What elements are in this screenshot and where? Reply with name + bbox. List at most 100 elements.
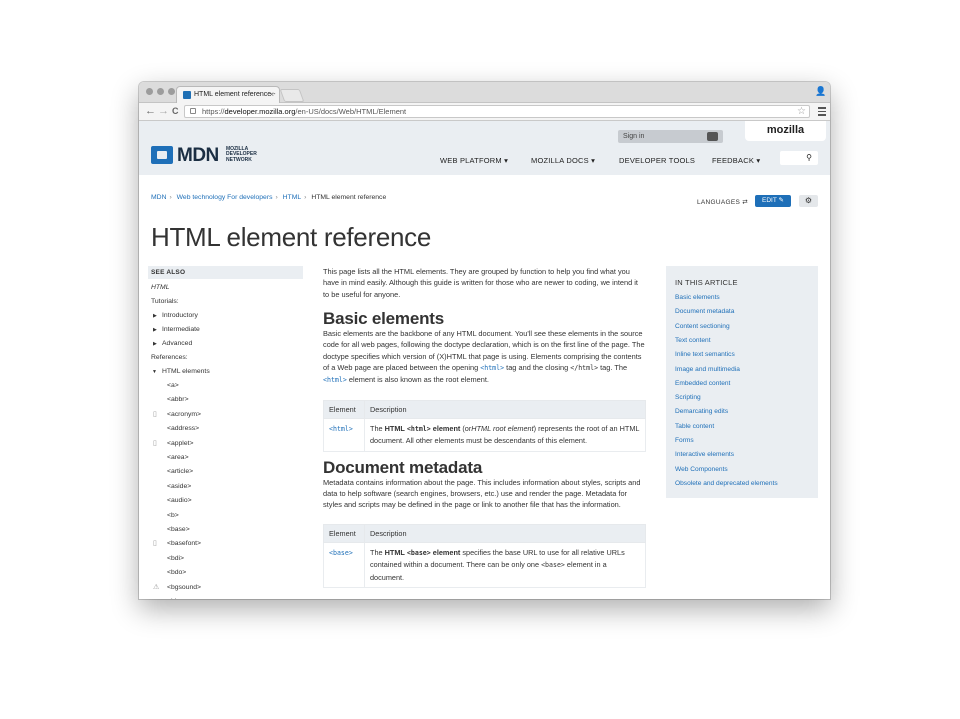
intro-paragraph: This page lists all the HTML elements. T… [323, 267, 638, 299]
breadcrumb-mdn[interactable]: MDN [151, 194, 166, 201]
mozilla-tab[interactable]: mozilla [745, 121, 826, 141]
edit-button[interactable]: EDIT ✎ [755, 195, 791, 207]
sidebar-element-item[interactable]: <audio> [167, 497, 192, 504]
trash-icon: ▯ [153, 540, 157, 548]
toc-link[interactable]: Scripting [675, 394, 701, 401]
sidebar-element-label: <abbr> [167, 396, 189, 404]
sidebar-element-item[interactable]: <bdi> [167, 555, 184, 562]
sign-in-button[interactable]: Sign in [618, 130, 723, 143]
toc-link[interactable]: Interactive elements [675, 451, 734, 458]
browser-tab[interactable]: HTML element reference - × [176, 86, 280, 103]
column-header: Description [364, 399, 646, 419]
edit-label: EDIT [762, 197, 777, 204]
html-element-link[interactable]: <html> [323, 376, 347, 384]
close-window-button[interactable] [146, 88, 153, 95]
nav-web-platform[interactable]: WEB PLATFORM ▾ [440, 156, 508, 165]
sidebar-element-item[interactable]: <base> [167, 526, 190, 533]
nav-label: MOZILLA DOCS [531, 156, 589, 165]
maximize-window-button[interactable] [168, 88, 175, 95]
menu-icon[interactable] [818, 107, 826, 118]
metadata-table: Element Description <base> The HTML <bas… [323, 523, 646, 588]
toc-link[interactable]: Basic elements [675, 294, 720, 301]
breadcrumb-web-technology[interactable]: Web technology For developers [177, 194, 273, 201]
toc-link[interactable]: Text content [675, 337, 711, 344]
element-description: The HTML <html> element (orHTML root ele… [364, 417, 646, 452]
gear-icon[interactable]: ⚙ [799, 195, 818, 207]
toc-link[interactable]: Web Components [675, 466, 728, 473]
tab-close-icon[interactable]: × [269, 87, 274, 103]
url-domain: developer.mozilla.org [224, 107, 296, 116]
breadcrumb-separator: › [169, 194, 172, 201]
sidebar-element-item[interactable]: ⚠ <bgsound> [153, 584, 201, 591]
text: The [370, 548, 383, 558]
address-bar[interactable]: https://developer.mozilla.org/en-US/docs… [184, 105, 810, 118]
element-link[interactable]: <base> [329, 549, 353, 557]
toc-link[interactable]: Forms [675, 437, 694, 444]
search-input[interactable]: ⚲ [780, 151, 818, 165]
text: element [432, 423, 461, 433]
sidebar-element-item[interactable]: <article> [167, 468, 193, 475]
back-arrow-icon[interactable]: ← [145, 105, 156, 118]
breadcrumb-html[interactable]: HTML [283, 194, 302, 201]
new-tab-button[interactable] [279, 89, 305, 102]
toc-link[interactable]: Inline text semantics [675, 351, 735, 358]
expand-triangle-icon: ▶ [153, 327, 157, 333]
sidebar-element-item[interactable]: ▯ <acronym> [153, 411, 201, 418]
sidebar-element-label: <area> [167, 454, 189, 461]
expand-triangle-icon: ▶ [153, 313, 157, 319]
sidebar-references-label: References: [151, 354, 188, 361]
bookmark-star-icon[interactable]: ☆ [797, 106, 806, 117]
sidebar-element-item[interactable]: <address> [167, 425, 199, 432]
github-icon [707, 132, 718, 141]
text: (or [462, 423, 472, 433]
nav-developer-tools[interactable]: DEVELOPER TOOLS [619, 156, 695, 165]
sidebar-element-item[interactable]: <abbr> [167, 396, 189, 403]
sidebar-element-label: <article> [167, 468, 194, 476]
nav-feedback[interactable]: FEEDBACK ▾ [712, 156, 760, 165]
toc-link[interactable]: Document metadata [675, 308, 734, 315]
sidebar-element-item[interactable]: <a> [167, 382, 179, 389]
caret-down-icon: ▾ [504, 156, 509, 165]
table-row: <html> The HTML <html> element (orHTML r… [323, 417, 646, 452]
pencil-icon: ✎ [778, 197, 784, 204]
forward-arrow-icon[interactable]: → [158, 105, 169, 118]
nav-label: DEVELOPER TOOLS [619, 156, 696, 165]
sidebar-item-label: Introductory [162, 312, 198, 319]
toc-link[interactable]: Demarcating edits [675, 408, 728, 415]
lock-icon [190, 108, 196, 114]
minimize-window-button[interactable] [157, 88, 164, 95]
element-link[interactable]: <html> [329, 425, 353, 433]
mdn-favicon-icon [183, 91, 191, 99]
basic-elements-heading: Basic elements [323, 308, 444, 328]
sidebar-element-item[interactable]: ▯ <applet> [153, 439, 194, 447]
sidebar-element-label: <basefont> [167, 540, 202, 548]
text: HTML root element [471, 423, 534, 433]
html-open-tag-link[interactable]: <html> [480, 364, 504, 372]
toc-link[interactable]: Table content [675, 423, 714, 430]
main-content: This page lists all the HTML elements. T… [323, 266, 646, 588]
code: <base> [541, 561, 565, 570]
search-icon[interactable]: ⚲ [806, 153, 812, 162]
languages-button[interactable]: LANGUAGES ⇄ [697, 198, 748, 206]
sidebar-element-label: <applet> [167, 439, 194, 447]
text: tag. The [600, 363, 628, 373]
sidebar-element-item[interactable]: <area> [167, 454, 189, 461]
sidebar-link-html[interactable]: HTML [151, 284, 170, 291]
web-page: MDN MOZILLA DEVELOPER NETWORK Sign in mo… [139, 121, 830, 599]
sidebar-element-item[interactable]: <big> [167, 598, 184, 599]
toc-link[interactable]: Image and multimedia [675, 366, 740, 373]
reload-icon[interactable]: C [172, 105, 179, 118]
nav-mozilla-docs[interactable]: MOZILLA DOCS ▾ [531, 156, 595, 165]
document-metadata-heading: Document metadata [323, 457, 483, 477]
profile-icon[interactable]: 👤 [815, 85, 826, 98]
sidebar-element-item[interactable]: <aside> [167, 483, 191, 490]
sidebar-element-item[interactable]: <b> [167, 512, 179, 519]
toc-link[interactable]: Obsolete and deprecated elements [675, 480, 778, 487]
site-header: MDN MOZILLA DEVELOPER NETWORK Sign in mo… [139, 121, 830, 175]
languages-label: LANGUAGES [697, 199, 741, 206]
sidebar-element-item[interactable]: <bdo> [167, 569, 186, 576]
toc-link[interactable]: Embedded content [675, 380, 730, 387]
toc-link[interactable]: Content sectioning [675, 323, 730, 330]
sidebar-item-label: Advanced [162, 340, 193, 347]
sidebar-element-item[interactable]: ▯ <basefont> [153, 540, 202, 548]
